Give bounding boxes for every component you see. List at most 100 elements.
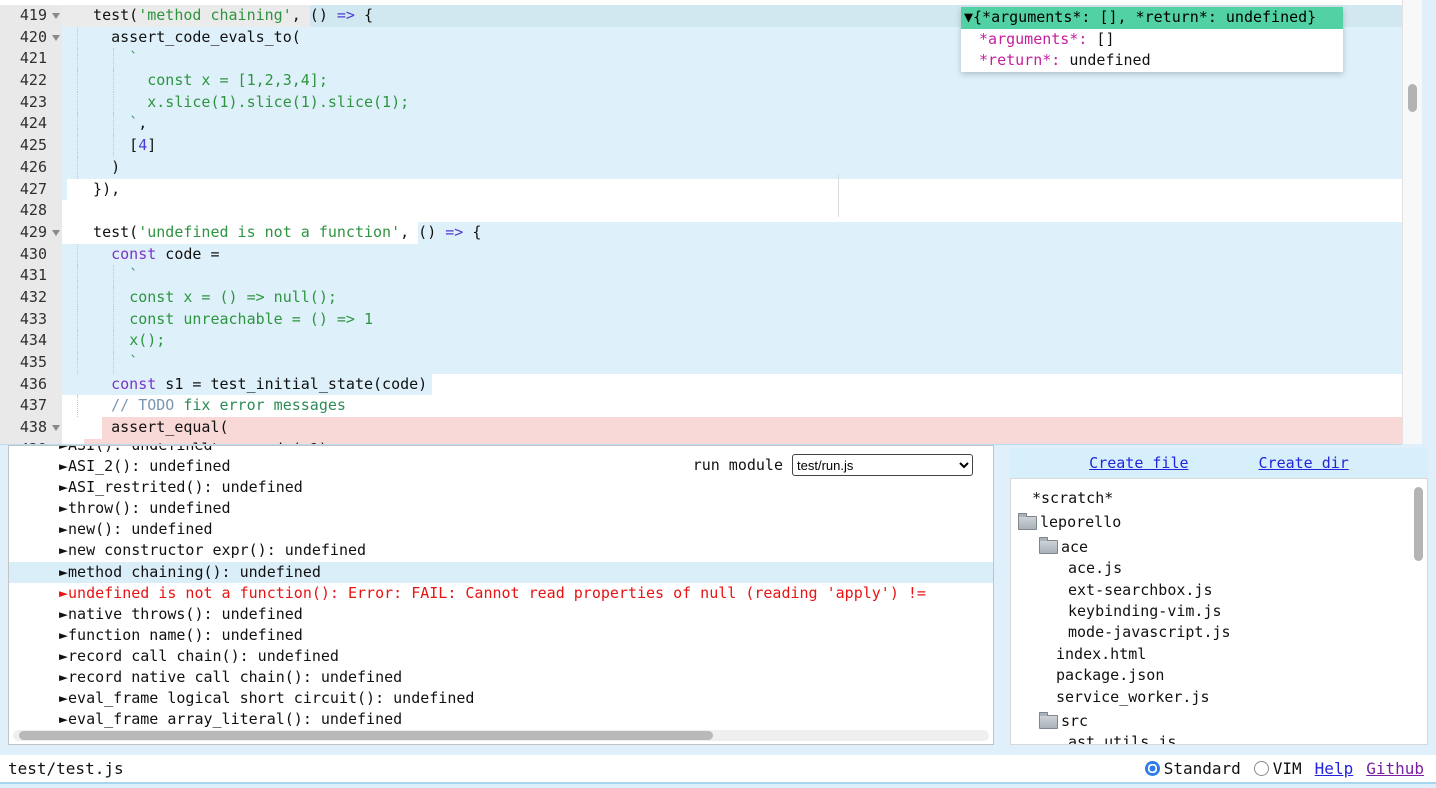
console-item[interactable]: ►function name(): undefined <box>9 625 993 646</box>
editor-vertical-scrollbar[interactable] <box>1402 0 1422 444</box>
line-number: 421 <box>20 48 49 70</box>
code-line[interactable]: ` <box>62 352 1402 374</box>
folder-icon <box>1039 540 1058 554</box>
code-token: 'undefined is not a function' <box>138 223 400 241</box>
console-item[interactable]: ►record call chain(): undefined <box>9 646 993 667</box>
console-item[interactable]: ►undefined is not a function(): Error: F… <box>9 583 993 604</box>
create-dir-link[interactable]: Create dir <box>1259 454 1349 472</box>
code-line-text: ` <box>62 265 138 287</box>
radio-unselected-icon[interactable] <box>1254 761 1269 776</box>
code-line[interactable] <box>62 200 1402 222</box>
triangle-right-icon[interactable]: ► <box>59 626 68 644</box>
github-link[interactable]: Github <box>1366 759 1424 778</box>
triangle-right-icon[interactable]: ► <box>59 445 68 454</box>
tree-item-ast-utils-js[interactable]: ast_utils.js <box>1011 732 1427 745</box>
console-item[interactable]: ►eval_frame array_literal(): undefined <box>9 709 993 730</box>
code-line-row: 423 x.slice(1).slice(1).slice(1); <box>0 92 1402 114</box>
tree-item-package-json[interactable]: package.json <box>1011 665 1427 686</box>
inspector-row[interactable]: *return*: undefined <box>961 50 1343 72</box>
fold-widget[interactable] <box>49 27 62 49</box>
run-module-select[interactable]: test/run.js <box>792 454 973 476</box>
code-line[interactable]: const s1 = test_initial_state(code) <box>62 374 1402 396</box>
leporello-app: 419 test('method chaining', () => {420 a… <box>0 0 1436 788</box>
triangle-right-icon[interactable]: ► <box>59 563 68 581</box>
console-item[interactable]: ►record native call chain(): undefined <box>9 667 993 688</box>
code-line[interactable]: const x = () => null(); <box>62 287 1402 309</box>
fold-arrow-icon[interactable] <box>52 230 60 236</box>
inspector-value: [] <box>1087 30 1114 48</box>
tree-item-keybinding-vim-js[interactable]: keybinding-vim.js <box>1011 601 1427 622</box>
fold-arrow-icon[interactable] <box>52 35 60 41</box>
console-item[interactable]: ►new(): undefined <box>9 519 993 540</box>
code-token: const <box>111 375 156 393</box>
console-item[interactable]: ►ASI_restrited(): undefined <box>9 477 993 498</box>
tree-item-label: package.json <box>1056 665 1164 686</box>
triangle-right-icon[interactable]: ► <box>59 668 68 686</box>
code-line[interactable]: const unreachable = () => 1 <box>62 309 1402 331</box>
code-token <box>75 245 111 263</box>
code-token: const x = [1,2,3,4]; <box>147 71 328 89</box>
console-item[interactable]: ►eval_frame logical short circuit(): und… <box>9 688 993 709</box>
code-line[interactable]: x.slice(1).slice(1).slice(1); <box>62 92 1402 114</box>
code-token: 4 <box>138 136 147 154</box>
code-token: assert_equal( <box>75 418 229 436</box>
fold-arrow-icon[interactable] <box>52 13 60 19</box>
tree-item-leporello[interactable]: leporello <box>1011 512 1427 533</box>
tree-item-service-worker-js[interactable]: service_worker.js <box>1011 687 1427 708</box>
code-token: s1 = test_initial_state(code) <box>156 375 427 393</box>
code-line[interactable]: const x = [1,2,3,4]; <box>62 70 1402 92</box>
tree-item-index-html[interactable]: index.html <box>1011 644 1427 665</box>
fold-widget[interactable] <box>49 222 62 244</box>
code-line-row: 434 x(); <box>0 330 1402 352</box>
tree-item-ace[interactable]: ace <box>1011 537 1427 558</box>
inspector-header[interactable]: ▼{*arguments*: [], *return*: undefined} <box>961 7 1343 29</box>
code-line-row: 427 }), <box>0 179 1402 201</box>
triangle-right-icon[interactable]: ► <box>59 541 68 559</box>
triangle-right-icon[interactable]: ► <box>59 478 68 496</box>
code-line[interactable]: // TODO fix error messages <box>62 395 1402 417</box>
triangle-right-icon[interactable]: ► <box>59 499 68 517</box>
inspector-row[interactable]: *arguments*: [] <box>961 29 1343 51</box>
code-line[interactable]: `, <box>62 113 1402 135</box>
triangle-right-icon[interactable]: ► <box>59 647 68 665</box>
triangle-right-icon[interactable]: ► <box>59 710 68 728</box>
fold-arrow-icon[interactable] <box>52 425 60 431</box>
keybinding-standard-label: Standard <box>1164 759 1241 778</box>
code-line[interactable]: [4] <box>62 135 1402 157</box>
tree-item-ace-js[interactable]: ace.js <box>1011 558 1427 579</box>
console-item[interactable]: ►new constructor expr(): undefined <box>9 540 993 561</box>
tree-item-ext-searchbox-js[interactable]: ext-searchbox.js <box>1011 580 1427 601</box>
console-horizontal-scrollbar[interactable] <box>13 730 989 741</box>
code-line[interactable]: test('undefined is not a function', () =… <box>62 222 1402 244</box>
tree-item-mode-javascript-js[interactable]: mode-javascript.js <box>1011 622 1427 643</box>
tree-item--scratch-[interactable]: *scratch* <box>1011 488 1427 509</box>
console-item[interactable]: ►throw(): undefined <box>9 498 993 519</box>
code-line[interactable]: }), <box>62 179 1402 201</box>
code-token: ) <box>75 158 120 176</box>
keybinding-standard-option[interactable]: Standard <box>1145 759 1241 778</box>
create-file-link[interactable]: Create file <box>1089 454 1188 472</box>
keybinding-vim-option[interactable]: VIM <box>1254 759 1302 778</box>
code-line[interactable]: ) <box>62 157 1402 179</box>
triangle-right-icon[interactable]: ► <box>59 605 68 623</box>
editor-scrollbar-thumb[interactable] <box>1408 84 1417 112</box>
code-line[interactable]: assert_equal( <box>62 417 1402 439</box>
filetree-scrollbar-thumb[interactable] <box>1414 487 1423 561</box>
tree-item-src[interactable]: src <box>1011 711 1427 732</box>
console-item[interactable]: ►native throws(): undefined <box>9 604 993 625</box>
radio-selected-icon[interactable] <box>1145 761 1160 776</box>
help-link[interactable]: Help <box>1315 759 1354 778</box>
triangle-down-icon[interactable]: ▼ <box>964 8 973 26</box>
fold-widget[interactable] <box>49 5 62 27</box>
fold-widget[interactable] <box>49 417 62 439</box>
console-scrollbar-thumb[interactable] <box>19 731 713 740</box>
code-line[interactable]: ` <box>62 265 1402 287</box>
code-line[interactable]: x(); <box>62 330 1402 352</box>
triangle-right-icon[interactable]: ► <box>59 520 68 538</box>
triangle-right-icon[interactable]: ► <box>59 584 68 602</box>
triangle-right-icon[interactable]: ► <box>59 457 68 475</box>
code-line[interactable]: const code = <box>62 244 1402 266</box>
console-item[interactable]: ►method chaining(): undefined <box>9 562 993 583</box>
code-line-text: test('undefined is not a function', () =… <box>62 222 481 244</box>
triangle-right-icon[interactable]: ► <box>59 689 68 707</box>
